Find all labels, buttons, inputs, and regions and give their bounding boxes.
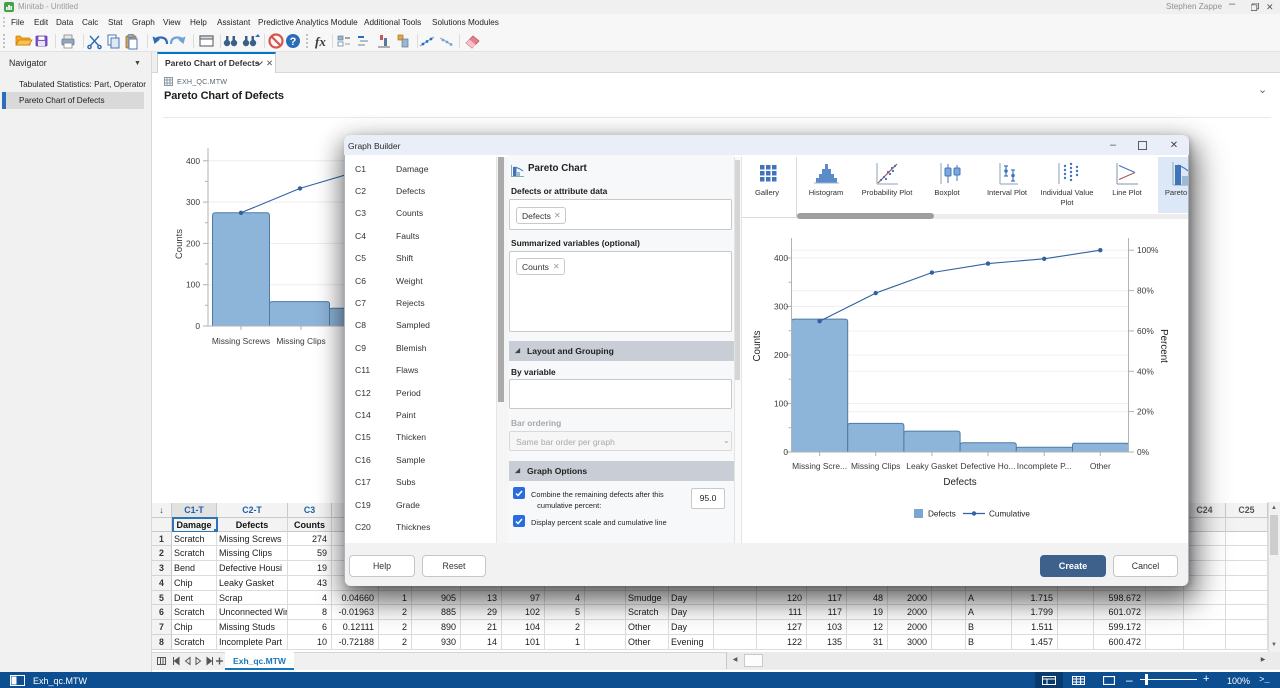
svg-text:300: 300 xyxy=(186,197,200,207)
svg-text:0: 0 xyxy=(195,321,200,331)
svg-text:Boxplot: Boxplot xyxy=(934,188,960,197)
svg-text:400: 400 xyxy=(186,156,200,166)
svg-text:Interval Plot: Interval Plot xyxy=(987,188,1028,197)
svg-text:Missing Screws: Missing Screws xyxy=(212,336,270,346)
svg-text:100: 100 xyxy=(774,399,788,409)
svg-text:0: 0 xyxy=(783,447,788,457)
svg-text:300: 300 xyxy=(774,302,788,312)
svg-text:Percent: Percent xyxy=(1158,329,1169,363)
svg-text:Pareto: Pareto xyxy=(1165,188,1187,197)
svg-text:?: ? xyxy=(290,36,297,48)
svg-text:Incomplete P...: Incomplete P... xyxy=(1017,461,1072,471)
svg-text:60%: 60% xyxy=(1137,326,1154,336)
svg-text:Missing Clips: Missing Clips xyxy=(276,336,325,346)
svg-text:Gallery: Gallery xyxy=(755,188,779,197)
svg-text:Line Plot: Line Plot xyxy=(1112,188,1142,197)
svg-text:Probability Plot: Probability Plot xyxy=(862,188,914,197)
svg-text:Counts: Counts xyxy=(174,229,185,259)
svg-text:Defective Ho...: Defective Ho... xyxy=(961,461,1016,471)
svg-text:100%: 100% xyxy=(1137,245,1159,255)
svg-text:Leaky Gasket: Leaky Gasket xyxy=(906,461,958,471)
svg-text:80%: 80% xyxy=(1137,286,1154,296)
svg-text:200: 200 xyxy=(774,350,788,360)
svg-text:Other: Other xyxy=(1090,461,1111,471)
svg-text:Cumulative: Cumulative xyxy=(989,510,1030,519)
svg-text:400: 400 xyxy=(774,253,788,263)
svg-text:Missing Scre...: Missing Scre... xyxy=(792,461,847,471)
svg-text:Histogram: Histogram xyxy=(809,188,844,197)
svg-text:Counts: Counts xyxy=(752,330,763,361)
svg-text:20%: 20% xyxy=(1137,407,1154,417)
svg-text:0%: 0% xyxy=(1137,447,1150,457)
svg-text:100: 100 xyxy=(186,280,200,290)
svg-text:Missing Clips: Missing Clips xyxy=(851,461,900,471)
svg-text:Individual Value: Individual Value xyxy=(1040,188,1093,197)
svg-text:40%: 40% xyxy=(1137,366,1154,376)
svg-text:fx: fx xyxy=(315,34,326,49)
svg-text:Defects: Defects xyxy=(928,510,956,519)
svg-text:Defects: Defects xyxy=(943,477,976,488)
svg-text:200: 200 xyxy=(186,238,200,248)
svg-text:Plot: Plot xyxy=(1060,198,1074,207)
